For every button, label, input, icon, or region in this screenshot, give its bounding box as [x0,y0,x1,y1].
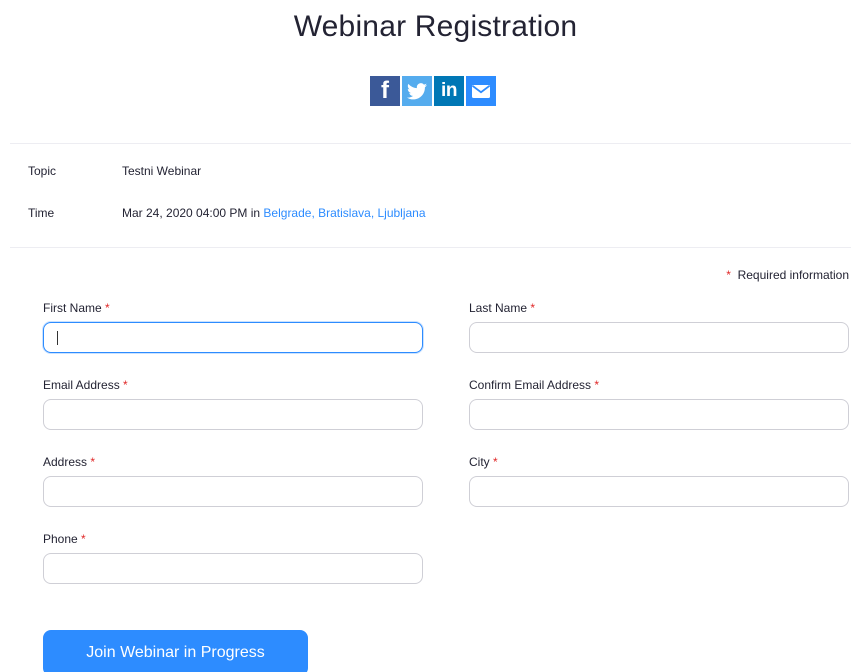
divider-top [10,143,851,144]
join-webinar-button[interactable]: Join Webinar in Progress [43,630,308,672]
share-bar: f in [370,76,496,106]
linkedin-icon[interactable]: in [434,76,464,106]
email-label-text: Email Address [43,378,120,392]
email-icon[interactable] [466,76,496,106]
confirm-email-label-text: Confirm Email Address [469,378,592,392]
last-name-field: Last Name * [469,301,849,353]
required-star: * [123,378,128,392]
required-star: * [90,455,96,469]
first-name-label: First Name * [43,301,423,315]
time-label: Time [28,206,55,220]
topic-row: Topic Testni Webinar [28,164,201,178]
required-star: * [81,532,86,546]
address-input[interactable] [43,476,423,507]
required-info-note: * Required information [726,268,849,282]
first-name-input[interactable] [43,322,423,353]
city-label: City * [469,455,849,469]
last-name-input[interactable] [469,322,849,353]
email-input[interactable] [43,399,423,430]
time-text: Mar 24, 2020 04:00 PM in [122,206,264,220]
time-row: Time Mar 24, 2020 04:00 PM in Belgrade, … [28,206,426,220]
confirm-email-input[interactable] [469,399,849,430]
last-name-label: Last Name * [469,301,849,315]
required-star: * [530,301,536,315]
required-star: * [726,268,731,282]
twitter-icon[interactable] [402,76,432,106]
address-field: Address * [43,455,423,507]
timezone-link[interactable]: Belgrade, Bratislava, Ljubljana [263,206,425,220]
phone-label-text: Phone [43,532,78,546]
city-label-text: City [469,455,490,469]
address-label: Address * [43,455,423,469]
city-field: City * [469,455,849,507]
required-star: * [594,378,600,392]
topic-label: Topic [28,164,57,178]
last-name-label-text: Last Name [469,301,528,315]
page-title: Webinar Registration [293,10,578,43]
topic-value: Testni Webinar [122,164,202,178]
phone-field: Phone * [43,532,423,584]
time-value: Mar 24, 2020 04:00 PM in Belgrade, Brati… [122,206,426,220]
first-name-label-text: First Name [43,301,102,315]
first-name-field: First Name * [43,301,423,353]
registration-page: Webinar Registration f in Topic Testni W… [0,0,851,672]
email-field: Email Address * [43,378,423,430]
required-star: * [105,301,110,315]
email-label: Email Address * [43,378,423,392]
facebook-icon[interactable]: f [370,76,400,106]
text-caret [57,331,58,345]
phone-input[interactable] [43,553,423,584]
city-input[interactable] [469,476,849,507]
required-note-text: Required information [737,268,849,282]
confirm-email-label: Confirm Email Address * [469,378,849,392]
phone-label: Phone * [43,532,423,546]
address-label-text: Address [43,455,88,469]
divider-bottom [10,247,851,248]
required-star: * [493,455,498,469]
confirm-email-field: Confirm Email Address * [469,378,849,430]
